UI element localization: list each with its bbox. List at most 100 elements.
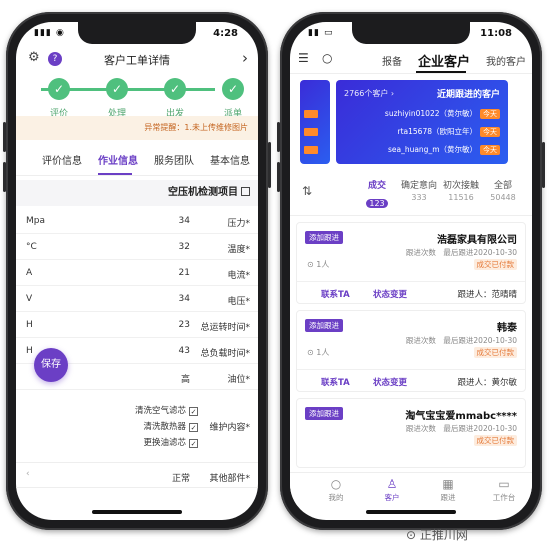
- banner-count[interactable]: 2766个客户 ›: [344, 88, 394, 99]
- step-process-check-icon: ✓: [106, 78, 128, 100]
- work-order-header: ⚙ ? 客户工单详情 ›: [16, 46, 258, 72]
- warning-banner: 异常提醒：1.未上传维修图片: [16, 116, 258, 140]
- tabbar-label: 跟进: [440, 493, 456, 502]
- status-time: 4:28: [213, 28, 238, 39]
- tab-basic-info[interactable]: 基本信息: [210, 152, 250, 167]
- stage-label: 确定意向: [400, 181, 437, 191]
- recent-followup-banner[interactable]: 近期跟进的客户 2766个客户 › suzhiyin01022（黄尔敏） 今天 r…: [336, 80, 508, 164]
- add-followup-button[interactable]: 添加跟进: [305, 231, 343, 244]
- maintenance-option[interactable]: 更换油滤芯 ✓: [143, 436, 198, 448]
- stage-tab-all[interactable]: 全部 50448: [484, 178, 522, 202]
- save-button[interactable]: 保存: [34, 348, 68, 382]
- tab-my-customers[interactable]: 我的客户: [486, 53, 526, 68]
- stage-tab-first-contact[interactable]: 初次接触 11516: [442, 178, 480, 202]
- tab-service-team[interactable]: 服务团队: [154, 152, 194, 167]
- banner-line-tag: 今天: [480, 109, 500, 119]
- param-label: 总负载时间*: [200, 349, 250, 359]
- banner-preview[interactable]: [300, 80, 330, 164]
- maintenance-option[interactable]: 清洗空气滤芯 ✓: [135, 404, 198, 416]
- tab-report[interactable]: 报备: [382, 53, 402, 68]
- add-followup-button[interactable]: 添加跟进: [305, 407, 343, 420]
- followup-info: 跟进次数 最后跟进2020-10-30: [405, 336, 517, 345]
- tabbar-mine[interactable]: ○ 我的: [314, 476, 358, 503]
- search-icon[interactable]: ○: [322, 51, 332, 65]
- change-status-button[interactable]: 状态变更: [373, 376, 407, 388]
- param-row[interactable]: 电流* 21 A: [16, 260, 258, 286]
- step-depart-check-icon: ✓: [164, 78, 186, 100]
- customer-card[interactable]: 添加跟进 淘气宝宝爱mmabc**** 跟进次数 最后跟进2020-10-30 …: [296, 398, 526, 468]
- change-status-button[interactable]: 状态变更: [373, 288, 407, 300]
- page-title: 客户工单详情: [104, 54, 170, 67]
- phone-side-button: [268, 142, 271, 188]
- clipboard-icon: [241, 187, 250, 196]
- param-value: 21: [178, 268, 190, 278]
- other-parts-row[interactable]: 其他部件* 正常 ‹: [16, 462, 258, 488]
- banner-line-text: suzhiyin01022（黄尔敏）: [384, 109, 477, 118]
- sort-filter-icon[interactable]: ⇅: [302, 184, 312, 198]
- banner-line: rta15678（欧阳立年） 今天: [398, 126, 500, 137]
- home-indicator: [92, 510, 182, 514]
- param-row[interactable]: 总运转时间* 23 H: [16, 312, 258, 338]
- right-phone: 11:08 ▮▮ ▭ 我的客户 企业客户 报备 ○ ☰ 近期跟进的客户 2766…: [277, 12, 545, 530]
- left-screen: 4:28 ▮▮▮ ◉ ⚙ ? 客户工单详情 › ✓ ✓ ✓ ✓ 派单 出发 处理…: [16, 22, 258, 520]
- maintenance-option[interactable]: 清洗散热器 ✓: [143, 420, 198, 432]
- option-label: 清洗空气滤芯: [134, 406, 186, 416]
- home-indicator: [366, 510, 456, 514]
- bottom-tab-bar: ▭ 工作台 ▦ 跟进 ♙ 客户 ○ 我的: [290, 472, 532, 506]
- banner-line: sea_huang_m（黄尔敏） 今天: [388, 144, 500, 155]
- banner-line-tag: 今天: [480, 127, 500, 137]
- status-icons: ▮▮▮ ◉: [34, 28, 65, 38]
- customer-name: 浩磊家具有限公司: [437, 235, 517, 246]
- add-followup-button[interactable]: 添加跟进: [305, 319, 343, 332]
- status-time: 11:08: [480, 28, 512, 39]
- phone-side-button: [277, 122, 280, 152]
- stage-label: 初次接触: [442, 181, 479, 191]
- param-unit: °C: [26, 242, 37, 252]
- param-value: 34: [178, 216, 190, 226]
- stage-tabs: 全部 50448 初次接触 11516 确定意向 333 成交 123 ⇅: [290, 172, 532, 216]
- active-nav-indicator: [416, 71, 466, 73]
- tabbar-customers[interactable]: ♙ 客户: [370, 476, 414, 503]
- follower-name: 跟进人：黄尔敏: [457, 378, 517, 388]
- checkbox-icon[interactable]: ✓: [189, 407, 198, 416]
- tabbar-followup[interactable]: ▦ 跟进: [426, 476, 470, 503]
- param-row[interactable]: 压力* 34 Mpa: [16, 208, 258, 234]
- right-screen: 11:08 ▮▮ ▭ 我的客户 企业客户 报备 ○ ☰ 近期跟进的客户 2766…: [290, 22, 532, 520]
- param-unit: H: [26, 346, 33, 356]
- card-footer: 跟进人：范晴晴 状态变更 联系TA: [297, 281, 525, 303]
- tab-evaluation-info[interactable]: 评价信息: [42, 152, 82, 167]
- stage-tab-deal[interactable]: 成交 123: [358, 178, 396, 210]
- contact-button[interactable]: 联系TA: [321, 288, 350, 300]
- param-row[interactable]: 电压* 34 V: [16, 286, 258, 312]
- param-value: 34: [178, 294, 190, 304]
- stage-count: 11516: [448, 193, 474, 202]
- contact-button[interactable]: 联系TA: [321, 376, 350, 388]
- param-value: 32: [178, 242, 190, 252]
- tab-enterprise-customers[interactable]: 企业客户: [418, 51, 470, 70]
- maintenance-content: 维护内容* 清洗空气滤芯 ✓ 清洗散热器 ✓ 更换油滤芯 ✓: [16, 400, 258, 460]
- back-arrow-icon[interactable]: ›: [242, 49, 248, 67]
- other-parts-value: 正常: [171, 474, 190, 484]
- checkbox-icon[interactable]: ✓: [189, 423, 198, 432]
- option-label: 清洗散热器: [143, 422, 186, 432]
- menu-icon[interactable]: ☰: [298, 51, 309, 65]
- tabbar-workbench[interactable]: ▭ 工作台: [482, 476, 526, 503]
- tab-bar: 基本信息 服务团队 作业信息 评价信息: [16, 142, 258, 176]
- checkbox-icon[interactable]: ✓: [189, 439, 198, 448]
- followup-info: 跟进次数 最后跟进2020-10-30: [405, 248, 517, 257]
- banner-preview-tag: [304, 146, 318, 154]
- customer-icon: ♙: [386, 477, 398, 491]
- stage-tab-intent[interactable]: 确定意向 333: [400, 178, 438, 202]
- param-unit: Mpa: [26, 216, 45, 226]
- customer-card[interactable]: 添加跟进 韩泰 跟进次数 最后跟进2020-10-30 成交已付款 ⊙ 1人 跟…: [296, 310, 526, 392]
- param-row[interactable]: 温度* 32 °C: [16, 234, 258, 260]
- section-title: 空压机检测项目: [16, 180, 258, 206]
- warning-text: 异常提醒：1.未上传维修图片: [144, 123, 248, 132]
- param-label: 总运转时间*: [200, 323, 250, 333]
- followup-info: 跟进次数 最后跟进2020-10-30: [405, 424, 517, 433]
- followup-icon: ▦: [442, 477, 454, 491]
- tab-work-info[interactable]: 作业信息: [98, 152, 138, 167]
- banner-line-tag: 今天: [480, 145, 500, 155]
- tabbar-label: 工作台: [492, 493, 516, 502]
- customer-card[interactable]: 添加跟进 浩磊家具有限公司 跟进次数 最后跟进2020-10-30 成交已付款 …: [296, 222, 526, 304]
